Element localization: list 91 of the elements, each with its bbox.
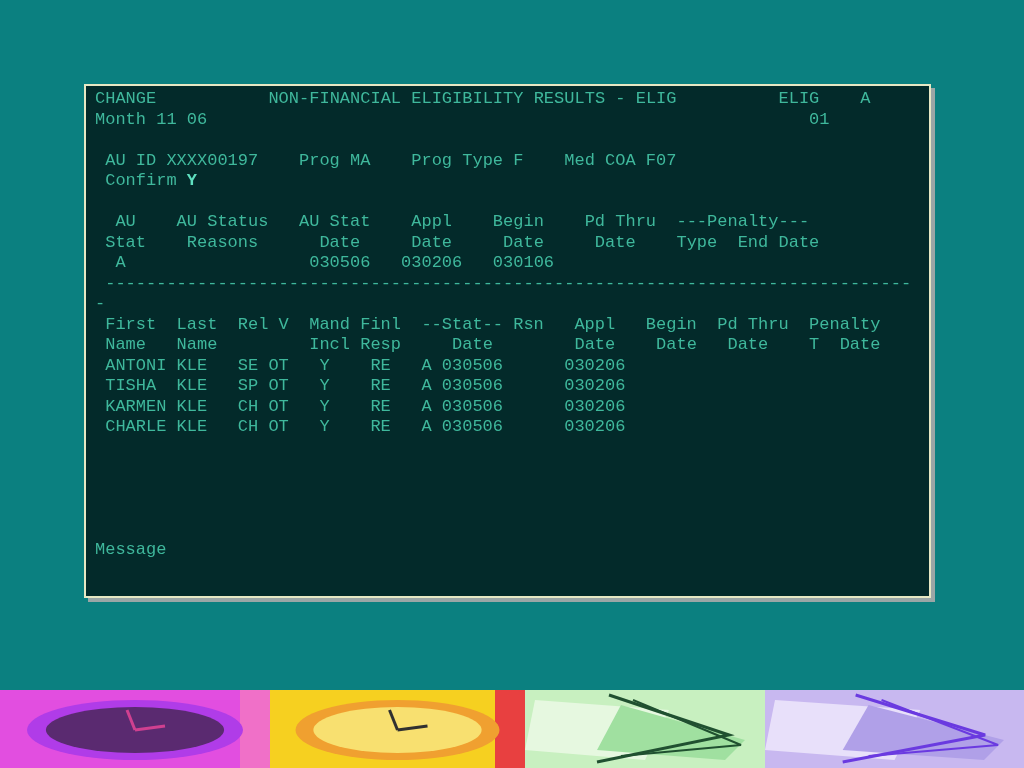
table-cell: CH — [237, 417, 259, 438]
table-cell: KLE — [176, 355, 208, 376]
table-cell: KARMEN — [105, 396, 167, 417]
table-cell: SP — [237, 376, 259, 397]
table-cell: 030506 — [441, 396, 503, 417]
column-header: Date — [503, 232, 544, 253]
table-cell: Y — [319, 396, 330, 417]
column-header: Rsn — [513, 314, 544, 335]
table-cell: CH — [237, 396, 259, 417]
confirm-value[interactable]: Y — [186, 171, 197, 192]
column-header: Date — [319, 232, 361, 253]
column-header: AU Stat — [299, 212, 371, 233]
column-header: Pd Thru — [584, 212, 657, 233]
column-header: Date — [727, 335, 769, 356]
column-header: --Stat-- — [421, 314, 503, 335]
column-header: ---Penalty--- — [676, 212, 810, 233]
info-field: AU ID XXXX00197 — [105, 150, 259, 171]
table-cell: TISHA — [105, 376, 157, 397]
table-cell: OT — [268, 396, 289, 417]
table-cell: Y — [319, 376, 330, 397]
table-cell: 030506 — [441, 355, 503, 376]
column-header: End Date — [737, 232, 820, 253]
table-cell: 030206 — [564, 417, 626, 438]
message-label: Message — [95, 540, 167, 561]
table-cell: OT — [268, 376, 289, 397]
table-cell: Y — [319, 417, 330, 438]
column-header: Finl — [360, 314, 401, 335]
table-cell: 030506 — [441, 376, 503, 397]
column-header: Appl — [574, 314, 616, 335]
month-label: Month 11 06 — [95, 109, 208, 130]
column-header: Stat — [105, 232, 146, 253]
table-cell: A — [115, 253, 126, 274]
column-header: Appl — [411, 212, 453, 233]
screen-code: ELIG — [778, 89, 820, 110]
column-header: Name — [105, 335, 146, 356]
column-header: T — [809, 335, 820, 356]
column-header: Incl — [309, 335, 351, 356]
column-header: Penalty — [809, 314, 881, 335]
column-header: Begin — [645, 314, 697, 335]
info-field: Med COA F07 — [564, 150, 677, 171]
column-header: Type — [676, 232, 718, 253]
table-cell: KLE — [176, 396, 208, 417]
confirm-label: Confirm — [105, 171, 177, 192]
table-cell: RE — [370, 417, 391, 438]
column-header: Date — [411, 232, 453, 253]
table-cell: CHARLE — [105, 417, 167, 438]
table-cell: ANTONI — [105, 355, 167, 376]
info-field: Prog Type F — [411, 150, 524, 171]
table-cell: A — [421, 417, 432, 438]
column-header: Name — [176, 335, 218, 356]
table-cell: 030106 — [492, 253, 555, 274]
table-cell: 030206 — [564, 355, 626, 376]
column-header: Rel — [237, 314, 269, 335]
column-header: Date — [452, 335, 493, 356]
table-cell: Y — [319, 355, 330, 376]
table-cell: SE — [237, 355, 259, 376]
table-cell: 030206 — [401, 253, 463, 274]
column-header: Reasons — [186, 232, 259, 253]
column-header: AU — [115, 212, 136, 233]
column-header: Last — [176, 314, 218, 335]
column-header: AU Status — [176, 212, 269, 233]
screen-title: NON-FINANCIAL ELIGIBILITY RESULTS - ELIG — [268, 89, 677, 110]
table-cell: 030206 — [564, 376, 626, 397]
table-cell: RE — [370, 396, 391, 417]
column-header: Date — [594, 232, 636, 253]
column-header: Date — [574, 335, 616, 356]
table-cell: 030206 — [564, 396, 626, 417]
column-header: First — [105, 314, 157, 335]
table-cell: OT — [268, 355, 289, 376]
table-cell: RE — [370, 376, 391, 397]
column-header: Resp — [360, 335, 402, 356]
column-header: Begin — [492, 212, 544, 233]
column-header: Mand — [309, 314, 350, 335]
column-header: V — [278, 314, 289, 335]
table-cell: KLE — [176, 376, 208, 397]
column-header: Pd Thru — [717, 314, 789, 335]
table-cell: A — [421, 376, 432, 397]
table-cell: KLE — [176, 417, 208, 438]
page-number: 01 — [809, 109, 830, 130]
table-cell: A — [421, 355, 432, 376]
column-header: Date — [839, 335, 881, 356]
table-cell: 030506 — [441, 417, 503, 438]
table-cell: OT — [268, 417, 289, 438]
table-cell: 030506 — [309, 253, 371, 274]
table-cell: RE — [370, 355, 391, 376]
status-letter: A — [860, 89, 871, 110]
info-field: Prog MA — [299, 150, 371, 171]
mode-label: CHANGE — [95, 89, 157, 110]
table-cell: A — [421, 396, 432, 417]
column-header: Date — [656, 335, 697, 356]
separator-line: -------------------------------------------------------------------------------- — [95, 273, 912, 315]
